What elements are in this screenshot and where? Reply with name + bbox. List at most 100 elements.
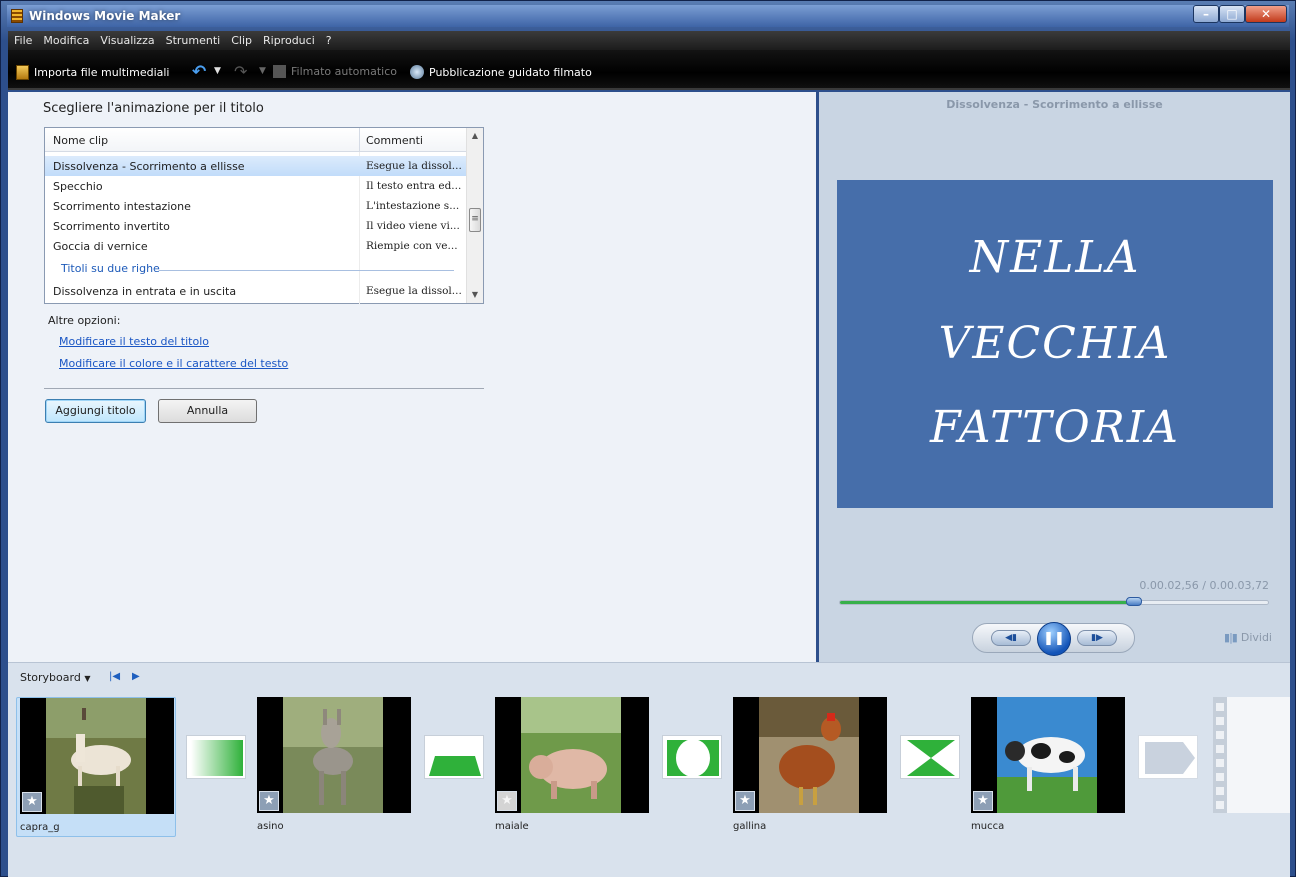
list-item[interactable]: Scorrimento intestazione L'intestazione … xyxy=(45,196,466,216)
list-item[interactable]: Dissolvenza in entrata e in uscita Esegu… xyxy=(45,281,466,301)
maximize-button[interactable]: □ xyxy=(1219,5,1245,23)
scrollbar-thumb[interactable]: ≡ xyxy=(469,208,481,232)
time-readout: 0.00.02,56 / 0.00.03,72 xyxy=(1139,579,1269,592)
fade-transition-icon xyxy=(191,740,243,776)
undo-icon[interactable]: ↶ xyxy=(192,62,206,82)
seek-progress xyxy=(840,601,1135,604)
film-strip-icon xyxy=(11,9,23,23)
column-header-name[interactable]: Nome clip xyxy=(53,134,108,147)
menu-help[interactable]: ? xyxy=(320,31,337,47)
previous-frame-icon: ◀▮ xyxy=(1005,633,1017,643)
star-icon[interactable]: ★ xyxy=(735,791,755,811)
publish-icon xyxy=(410,65,424,79)
app-window: Windows Movie Maker – □ ✕ File Modifica Vi… xyxy=(0,0,1296,877)
transition-slot[interactable] xyxy=(1138,735,1198,779)
donkey-image xyxy=(283,697,383,813)
group-divider xyxy=(159,270,454,271)
film-hole xyxy=(1216,773,1224,781)
menu-clip[interactable]: Clip xyxy=(225,31,257,47)
edit-text-color-font-link[interactable]: Modificare il colore e il carattere del … xyxy=(59,357,288,370)
auto-movie-label: Filmato automatico xyxy=(291,65,397,78)
minimize-icon: – xyxy=(1203,7,1209,21)
edit-title-text-link[interactable]: Modificare il testo del titolo xyxy=(59,335,209,348)
animation-list[interactable]: Nome clip Commenti Dissolvenza - Scorrim… xyxy=(44,127,484,304)
clip-thumbnail: ★ xyxy=(257,697,411,813)
list-item[interactable]: Dissolvenza - Scorrimento a ellisse Eseg… xyxy=(45,156,466,176)
star-icon[interactable]: ★ xyxy=(22,792,42,812)
storyboard-clip[interactable]: ★ asino xyxy=(254,697,414,837)
storyboard-clip[interactable]: ★ maiale xyxy=(492,697,652,837)
item-comment: Il video viene vi... xyxy=(366,220,460,232)
rewind-storyboard-icon[interactable]: |◀ xyxy=(109,671,120,682)
circle-transition-icon xyxy=(667,739,719,777)
transition-slot[interactable] xyxy=(186,735,246,779)
wipe-transition-icon xyxy=(429,756,481,776)
menu-riproduci[interactable]: Riproduci xyxy=(257,31,320,47)
group-header: Titoli su due righe xyxy=(61,262,160,275)
film-hole xyxy=(1216,731,1224,739)
star-icon[interactable]: ★ xyxy=(973,791,993,811)
seek-thumb[interactable] xyxy=(1126,597,1143,606)
item-comment: Il testo entra ed... xyxy=(366,180,462,192)
list-item[interactable]: Scorrimento invertito Il video viene vi.… xyxy=(45,216,466,236)
item-comment: Esegue la dissol... xyxy=(366,160,462,172)
add-title-button[interactable]: Aggiungi titolo xyxy=(45,399,146,423)
scroll-up-icon[interactable]: ▲ xyxy=(467,128,483,144)
film-hole xyxy=(1216,717,1224,725)
column-separator[interactable] xyxy=(359,128,360,152)
film-hole xyxy=(1216,787,1224,795)
item-name: Dissolvenza in entrata e in uscita xyxy=(53,285,237,298)
seek-bar[interactable] xyxy=(839,597,1269,606)
item-name: Scorrimento intestazione xyxy=(53,200,191,213)
storyboard-clip[interactable]: ★ mucca xyxy=(968,697,1128,837)
auto-movie-button[interactable]: Filmato automatico xyxy=(273,65,397,78)
storyboard-clip[interactable]: ★ gallina xyxy=(730,697,890,837)
redo-icon[interactable]: ↷ xyxy=(234,62,247,81)
play-storyboard-icon[interactable]: ▶ xyxy=(132,671,140,682)
close-button[interactable]: ✕ xyxy=(1245,5,1287,23)
column-header-comments[interactable]: Commenti xyxy=(366,134,423,147)
list-item[interactable]: Goccia di vernice Riempie con ve... xyxy=(45,236,466,256)
menu-modifica[interactable]: Modifica xyxy=(37,31,94,47)
window-title: Windows Movie Maker xyxy=(29,9,181,23)
clip-label: asino xyxy=(257,821,284,832)
publish-label: Pubblicazione guidato filmato xyxy=(429,65,592,79)
next-frame-button[interactable]: ▮▶ xyxy=(1077,630,1117,646)
redo-dropdown-icon[interactable]: ▼ xyxy=(259,66,266,76)
toolbar: Importa file multimediali ↶ ▼ ↷ ▼ Filmat… xyxy=(8,50,1290,90)
clip-thumbnail: ★ xyxy=(20,698,174,814)
empty-clip-slot[interactable] xyxy=(1213,697,1290,813)
import-label: Importa file multimediali xyxy=(34,66,170,79)
star-icon[interactable]: ★ xyxy=(497,791,517,811)
star-icon[interactable]: ★ xyxy=(259,791,279,811)
maximize-icon: □ xyxy=(1226,7,1238,21)
menu-strumenti[interactable]: Strumenti xyxy=(160,31,226,47)
film-hole xyxy=(1216,745,1224,753)
menu-visualizza[interactable]: Visualizza xyxy=(94,31,159,47)
previous-frame-button[interactable]: ◀▮ xyxy=(991,630,1031,646)
split-button[interactable]: ▮|▮ Dividi xyxy=(1224,631,1272,644)
storyboard-clip[interactable]: ★ capra_g xyxy=(16,697,176,837)
minimize-button[interactable]: – xyxy=(1193,5,1219,23)
storyboard-view-dropdown[interactable]: Storyboard ▼ xyxy=(20,671,90,684)
pig-image xyxy=(521,697,621,813)
scroll-down-icon[interactable]: ▼ xyxy=(467,287,483,303)
cancel-button[interactable]: Annulla xyxy=(158,399,257,423)
transition-slot[interactable] xyxy=(662,735,722,779)
list-item[interactable]: Specchio Il testo entra ed... xyxy=(45,176,466,196)
preview-monitor-pane: Dissolvenza - Scorrimento a ellisse NELL… xyxy=(819,92,1290,662)
cow-image xyxy=(997,697,1097,813)
pause-button[interactable]: ❚❚ xyxy=(1037,622,1071,656)
title-animation-pane: Scegliere l'animazione per il titolo Nom… xyxy=(8,92,816,662)
item-comment: Esegue la dissol... xyxy=(366,285,462,297)
transition-slot[interactable] xyxy=(424,735,484,779)
import-media-button[interactable]: Importa file multimediali xyxy=(16,65,169,80)
clip-label: maiale xyxy=(495,821,529,832)
publish-movie-button[interactable]: Pubblicazione guidato filmato xyxy=(410,65,592,79)
title-text-line: VECCHIA xyxy=(938,318,1172,369)
menu-file[interactable]: File xyxy=(8,31,37,47)
playback-controls: ◀▮ ❚❚ ▮▶ xyxy=(972,622,1135,656)
undo-dropdown-icon[interactable]: ▼ xyxy=(214,66,221,76)
list-scrollbar[interactable]: ▲ ≡ ▼ xyxy=(466,128,483,303)
transition-slot[interactable] xyxy=(900,735,960,779)
